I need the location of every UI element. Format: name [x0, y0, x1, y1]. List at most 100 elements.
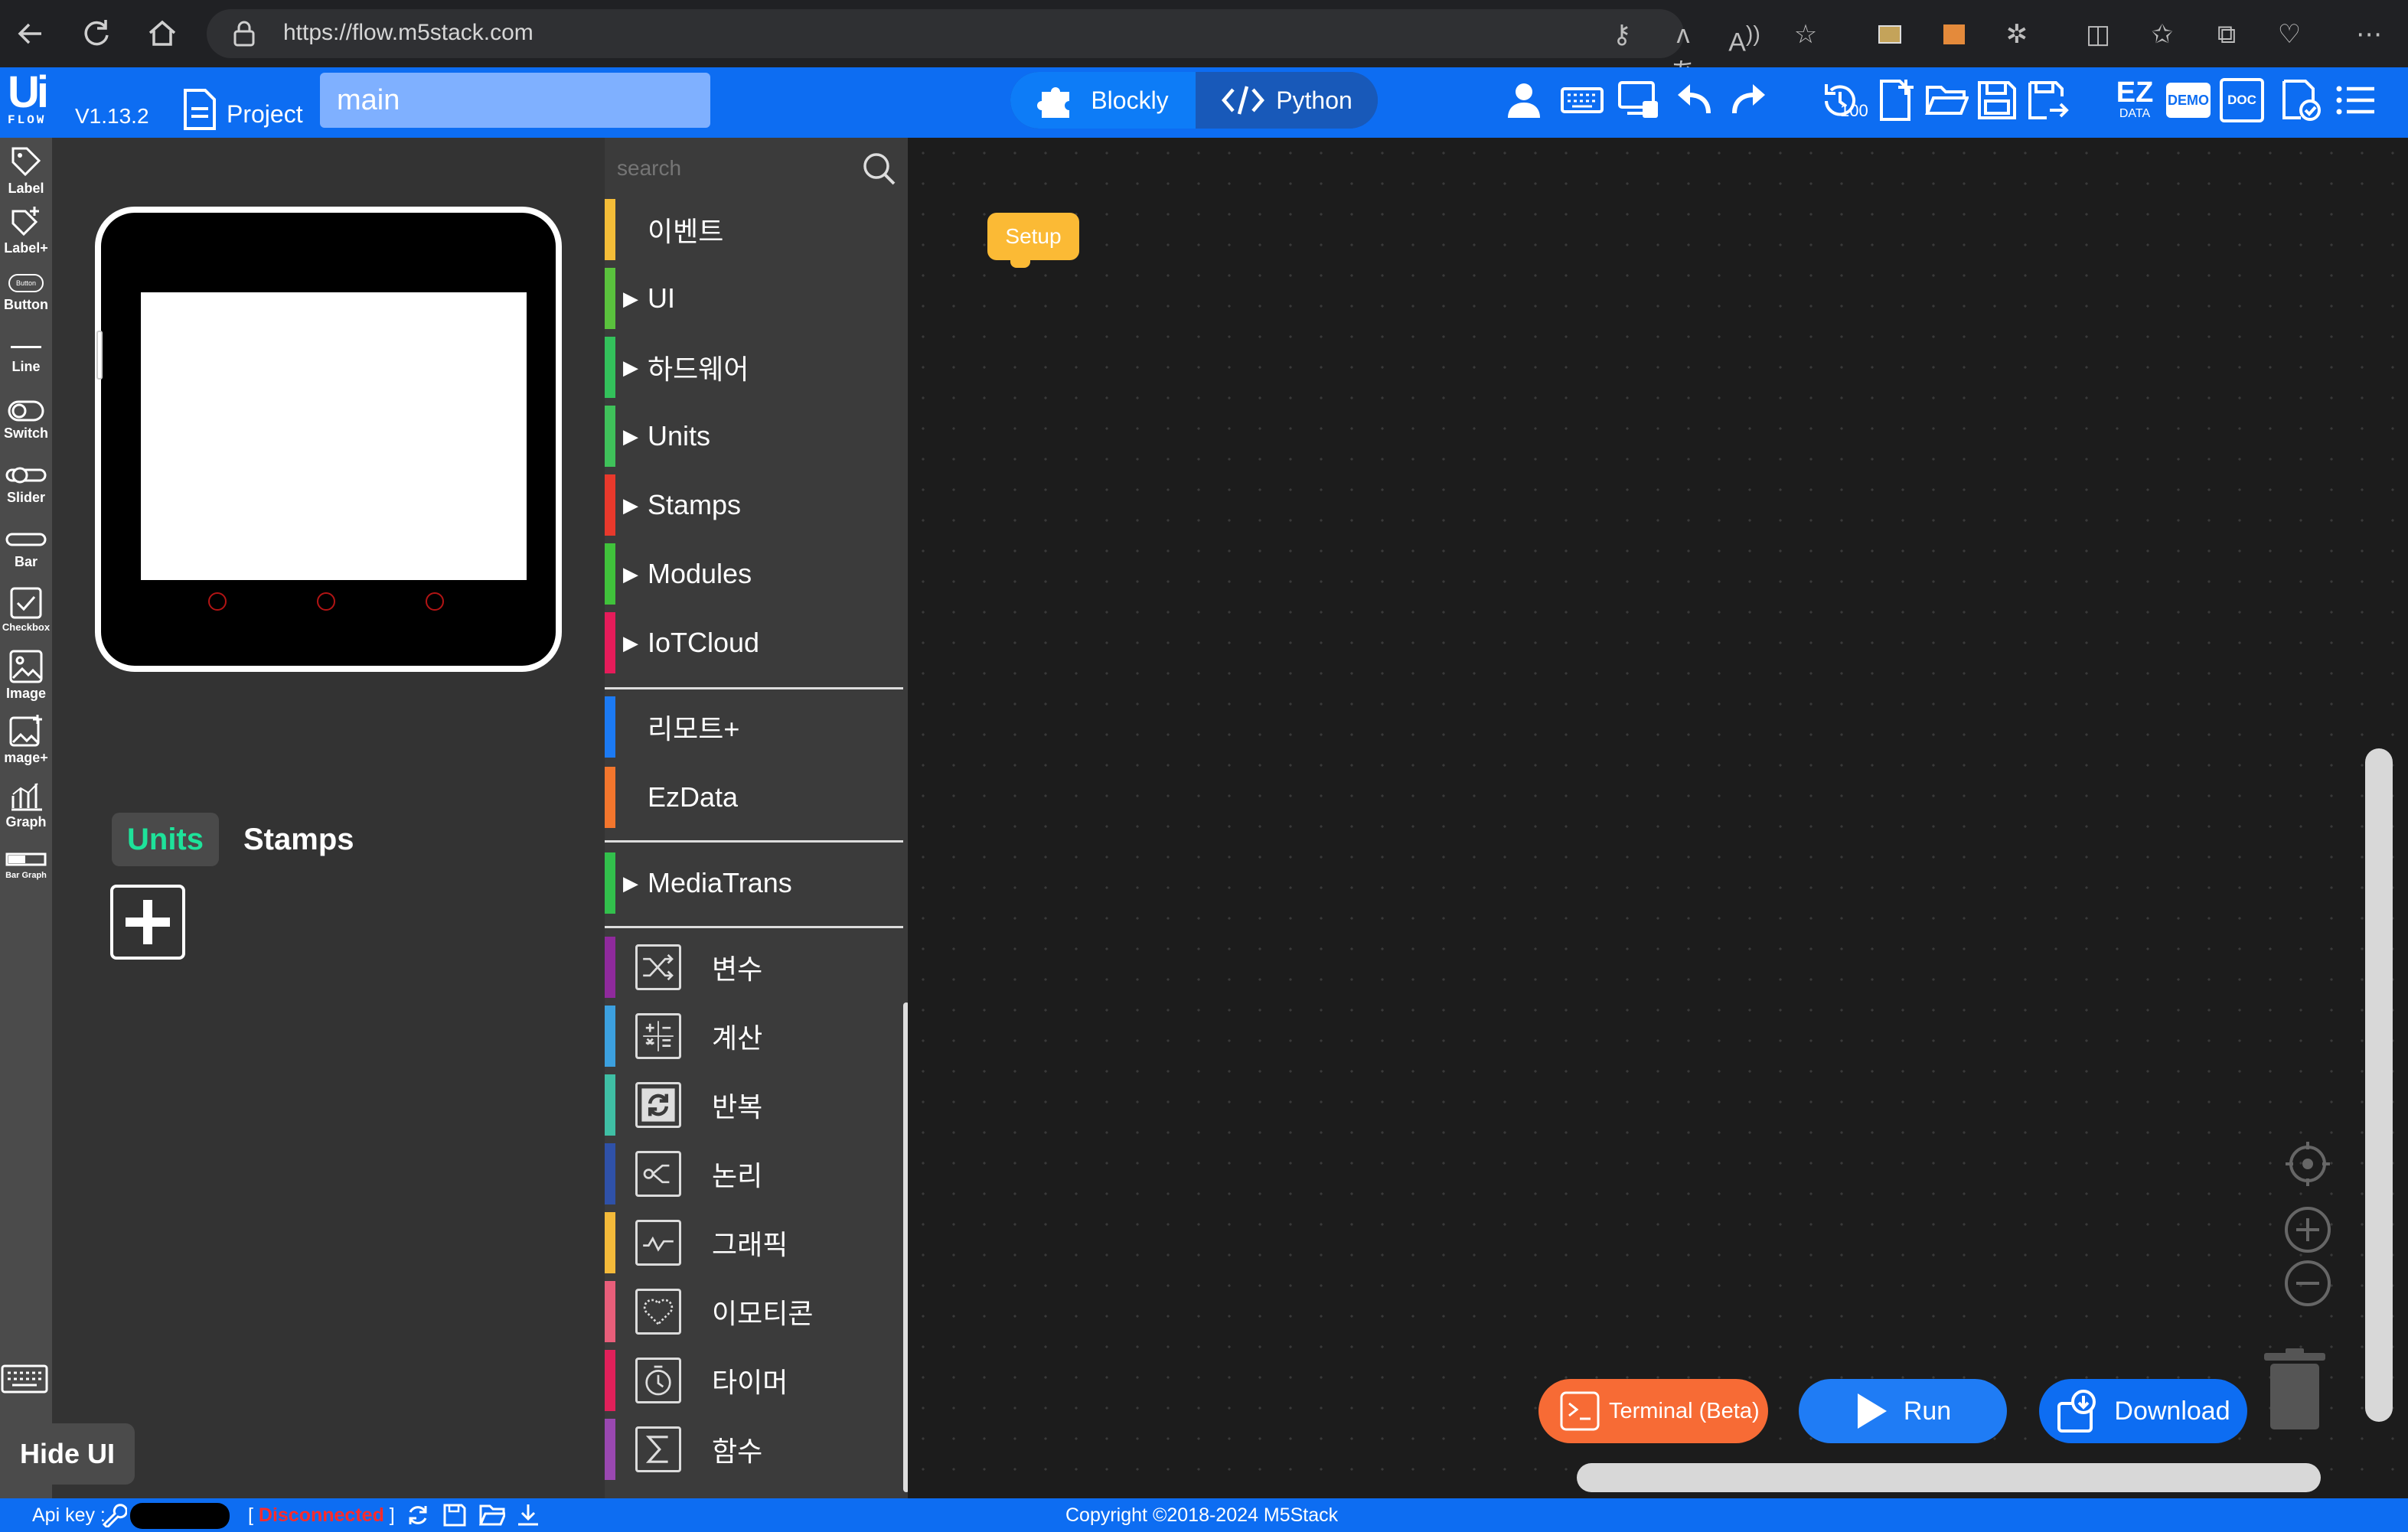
- category-events[interactable]: 이벤트: [605, 199, 903, 260]
- favorites-icon[interactable]: ✩: [2143, 15, 2181, 54]
- run-button[interactable]: Run: [1799, 1379, 2007, 1443]
- workspace-vertical-scrollbar[interactable]: [2365, 748, 2393, 1422]
- category-logic[interactable]: 논리: [605, 1143, 903, 1204]
- category-timer[interactable]: 타이머: [605, 1350, 903, 1411]
- ui-widget-rail: Label Label+ Button Button Line Switch S…: [0, 138, 52, 1500]
- browser-essentials-icon[interactable]: ♡: [2270, 15, 2308, 54]
- terminal-button[interactable]: Terminal (Beta): [1538, 1379, 1768, 1443]
- loop-icon: [635, 1082, 681, 1128]
- recenter-icon[interactable]: [2282, 1139, 2333, 1189]
- zoom-in-icon[interactable]: [2282, 1204, 2333, 1255]
- folder-small-icon[interactable]: [479, 1503, 505, 1527]
- zoom-out-icon[interactable]: [2282, 1258, 2333, 1309]
- save-small-icon[interactable]: [442, 1503, 467, 1527]
- category-variables[interactable]: 변수: [605, 937, 903, 998]
- collections-icon[interactable]: ⧉: [2207, 15, 2246, 54]
- category-ui[interactable]: ▶ UI: [605, 268, 903, 329]
- trash-icon[interactable]: [2263, 1348, 2327, 1433]
- category-mediatrans[interactable]: ▶ MediaTrans: [605, 852, 903, 914]
- category-units[interactable]: ▶ Units: [605, 406, 903, 467]
- category-modules[interactable]: ▶ Modules: [605, 543, 903, 605]
- translate-icon[interactable]: ʌあ: [1664, 15, 1702, 87]
- category-iotcloud[interactable]: ▶ IoTCloud: [605, 612, 903, 673]
- slider-widget-icon: [5, 467, 47, 484]
- blockly-workspace[interactable]: [908, 138, 2396, 1500]
- widget-checkbox[interactable]: Checkbox: [0, 586, 52, 633]
- hide-ui-button[interactable]: Hide UI: [0, 1423, 135, 1485]
- widget-slider[interactable]: Slider: [0, 462, 52, 506]
- back-arrow-icon[interactable]: [11, 14, 51, 54]
- category-emoji[interactable]: 이모티콘: [605, 1281, 903, 1342]
- device-button-b[interactable]: [317, 592, 335, 611]
- save-as-icon[interactable]: [2025, 78, 2070, 122]
- calculator-icon: [635, 1013, 681, 1059]
- python-mode-button[interactable]: Python: [1196, 72, 1378, 129]
- doc-button[interactable]: DOC: [2220, 78, 2264, 122]
- keyboard-icon[interactable]: [1560, 78, 1604, 122]
- widget-image[interactable]: Image: [0, 649, 52, 702]
- read-aloud-icon[interactable]: A)): [1725, 15, 1764, 57]
- category-math[interactable]: 계산: [605, 1006, 903, 1067]
- extension-image-icon[interactable]: [1871, 15, 1909, 54]
- widget-switch[interactable]: Switch: [0, 398, 52, 442]
- undo-icon[interactable]: [1673, 78, 1718, 122]
- category-loops[interactable]: 반복: [605, 1074, 903, 1136]
- widget-bar[interactable]: Bar: [0, 526, 52, 570]
- device-button-c[interactable]: [426, 592, 444, 611]
- more-menu-icon[interactable]: ⋯: [2350, 15, 2388, 54]
- category-remote-plus[interactable]: 리모트+: [605, 696, 903, 758]
- ezdata-button[interactable]: EZ DATA: [2113, 78, 2157, 122]
- project-name-input[interactable]: [320, 73, 710, 128]
- keyboard-toggle-icon[interactable]: [0, 1362, 49, 1396]
- category-stamps[interactable]: ▶ Stamps: [605, 474, 903, 536]
- category-functions[interactable]: 함수: [605, 1419, 903, 1480]
- graph-widget-icon: [11, 783, 42, 811]
- add-unit-button[interactable]: [110, 885, 185, 960]
- home-icon[interactable]: [142, 14, 182, 54]
- menu-list-icon[interactable]: [2333, 78, 2377, 122]
- wrench-icon[interactable]: [101, 1503, 127, 1527]
- workspace-horizontal-scrollbar[interactable]: [1577, 1463, 2321, 1492]
- download-small-icon[interactable]: [516, 1503, 540, 1527]
- widget-graph[interactable]: Graph: [0, 777, 52, 830]
- widget-bar-graph[interactable]: Bar Graph: [0, 848, 52, 880]
- tab-units[interactable]: Units: [112, 813, 219, 866]
- category-graphics[interactable]: 그래픽: [605, 1212, 903, 1273]
- history-button[interactable]: 100: [1817, 78, 1871, 122]
- toolbox-search-input[interactable]: [617, 150, 839, 187]
- refresh-icon[interactable]: [406, 1503, 430, 1527]
- heart-icon: [635, 1289, 681, 1335]
- password-key-icon[interactable]: ⚷: [1603, 15, 1641, 54]
- device-settings-icon[interactable]: [1617, 78, 1661, 122]
- split-screen-icon[interactable]: ◫: [2079, 15, 2117, 54]
- widget-label-plus[interactable]: Label+: [0, 204, 52, 256]
- download-button[interactable]: Download: [2039, 1379, 2247, 1443]
- project-button[interactable]: Project: [182, 83, 303, 132]
- device-button-a[interactable]: [208, 592, 227, 611]
- tag-icon: [11, 147, 41, 177]
- widget-image-plus[interactable]: mage+: [0, 713, 52, 766]
- open-folder-icon[interactable]: [1924, 78, 1969, 122]
- extension-edit-icon[interactable]: [1935, 15, 1973, 54]
- blockly-mode-button[interactable]: Blockly: [1010, 72, 1196, 129]
- checklist-icon[interactable]: [2278, 78, 2322, 122]
- save-icon[interactable]: [1975, 78, 2019, 122]
- widget-line[interactable]: Line: [0, 338, 52, 375]
- user-icon[interactable]: [1502, 78, 1546, 122]
- search-icon[interactable]: [862, 152, 897, 187]
- tab-stamps[interactable]: Stamps: [243, 823, 354, 857]
- extensions-puzzle-icon[interactable]: ✲: [1998, 15, 2036, 54]
- redo-icon[interactable]: [1725, 78, 1770, 122]
- category-hardware[interactable]: ▶ 하드웨어: [605, 337, 903, 398]
- setup-block[interactable]: Setup: [987, 213, 1079, 260]
- reload-icon[interactable]: [77, 14, 116, 54]
- address-bar[interactable]: https://flow.m5stack.com: [207, 9, 1684, 58]
- widget-label[interactable]: Label: [0, 144, 52, 197]
- new-file-icon[interactable]: [1875, 78, 1920, 122]
- demo-button[interactable]: DEMO: [2166, 83, 2211, 118]
- category-ezdata[interactable]: EzData: [605, 767, 903, 828]
- widget-button[interactable]: Button Button: [0, 274, 52, 313]
- preview-resize-handle[interactable]: [96, 331, 103, 380]
- favorite-star-icon[interactable]: ☆: [1786, 15, 1825, 54]
- device-screen[interactable]: [141, 292, 527, 580]
